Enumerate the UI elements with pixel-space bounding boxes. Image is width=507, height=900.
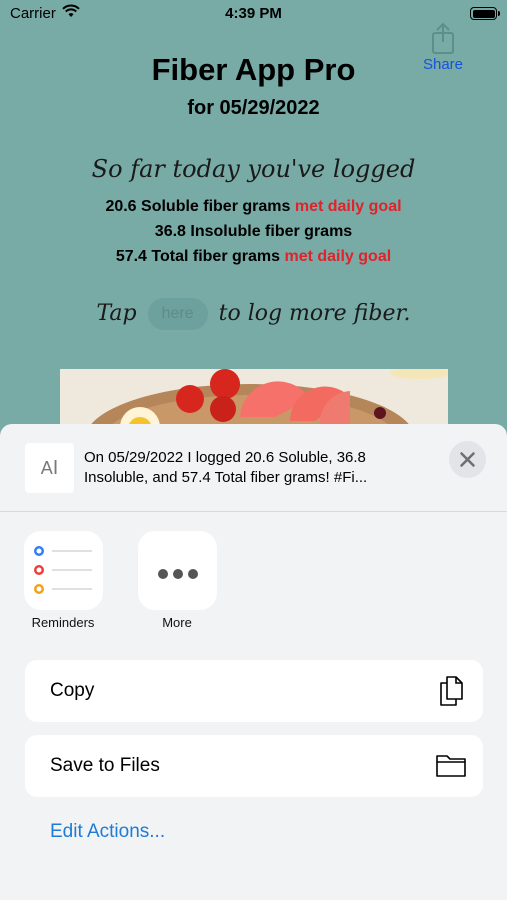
share-icon — [432, 22, 454, 54]
more-app-button[interactable] — [138, 531, 217, 610]
close-icon — [460, 452, 475, 467]
copy-icon — [440, 676, 463, 706]
soluble-goal-text: met daily goal — [294, 198, 402, 215]
total-goal-text: met daily goal — [284, 248, 392, 265]
battery-icon — [470, 7, 500, 20]
status-time: 4:39 PM — [225, 5, 282, 22]
app-title: Fiber App Pro — [151, 52, 356, 87]
share-sheet: AI On 05/29/2022 I logged 20.6 Soluble, … — [0, 424, 507, 900]
save-to-files-action[interactable]: Save to Files — [25, 735, 483, 797]
share-preview-text: On 05/29/2022 I logged 20.6 Soluble, 36.… — [84, 449, 368, 486]
copy-label: Copy — [50, 680, 95, 701]
close-button[interactable] — [449, 441, 486, 478]
here-button[interactable]: here — [147, 298, 208, 330]
reminders-label: Reminders — [31, 615, 95, 630]
insoluble-stat: 36.8 Insoluble fiber grams — [0, 223, 507, 241]
tap-line: Tap here to log more fiber. — [0, 298, 507, 330]
text-document-icon: AI — [25, 443, 74, 493]
so-far-heading: So far today you've logged — [91, 155, 416, 183]
date-line: for 05/29/2022 — [187, 97, 320, 119]
more-label: More — [162, 615, 192, 630]
soluble-stat-text: 20.6 Soluble fiber grams — [105, 198, 291, 215]
edit-actions-link[interactable]: Edit Actions... — [50, 821, 165, 843]
soluble-stat: 20.6 Soluble fiber grams met daily goal — [0, 198, 507, 216]
tap-suffix: to log more fiber. — [218, 301, 411, 326]
save-to-files-label: Save to Files — [50, 755, 160, 776]
total-stat-text: 57.4 Total fiber grams — [115, 248, 281, 265]
copy-action[interactable]: Copy — [25, 660, 483, 722]
reminders-app-button[interactable] — [24, 531, 103, 610]
share-sheet-header: AI On 05/29/2022 I logged 20.6 Soluble, … — [0, 424, 507, 512]
more-icon — [158, 566, 203, 584]
folder-icon — [436, 755, 466, 777]
tap-prefix: Tap — [96, 301, 137, 326]
reminders-icon — [34, 546, 92, 594]
total-stat: 57.4 Total fiber grams met daily goal — [0, 248, 507, 266]
insoluble-stat-text: 36.8 Insoluble fiber grams — [154, 223, 353, 240]
